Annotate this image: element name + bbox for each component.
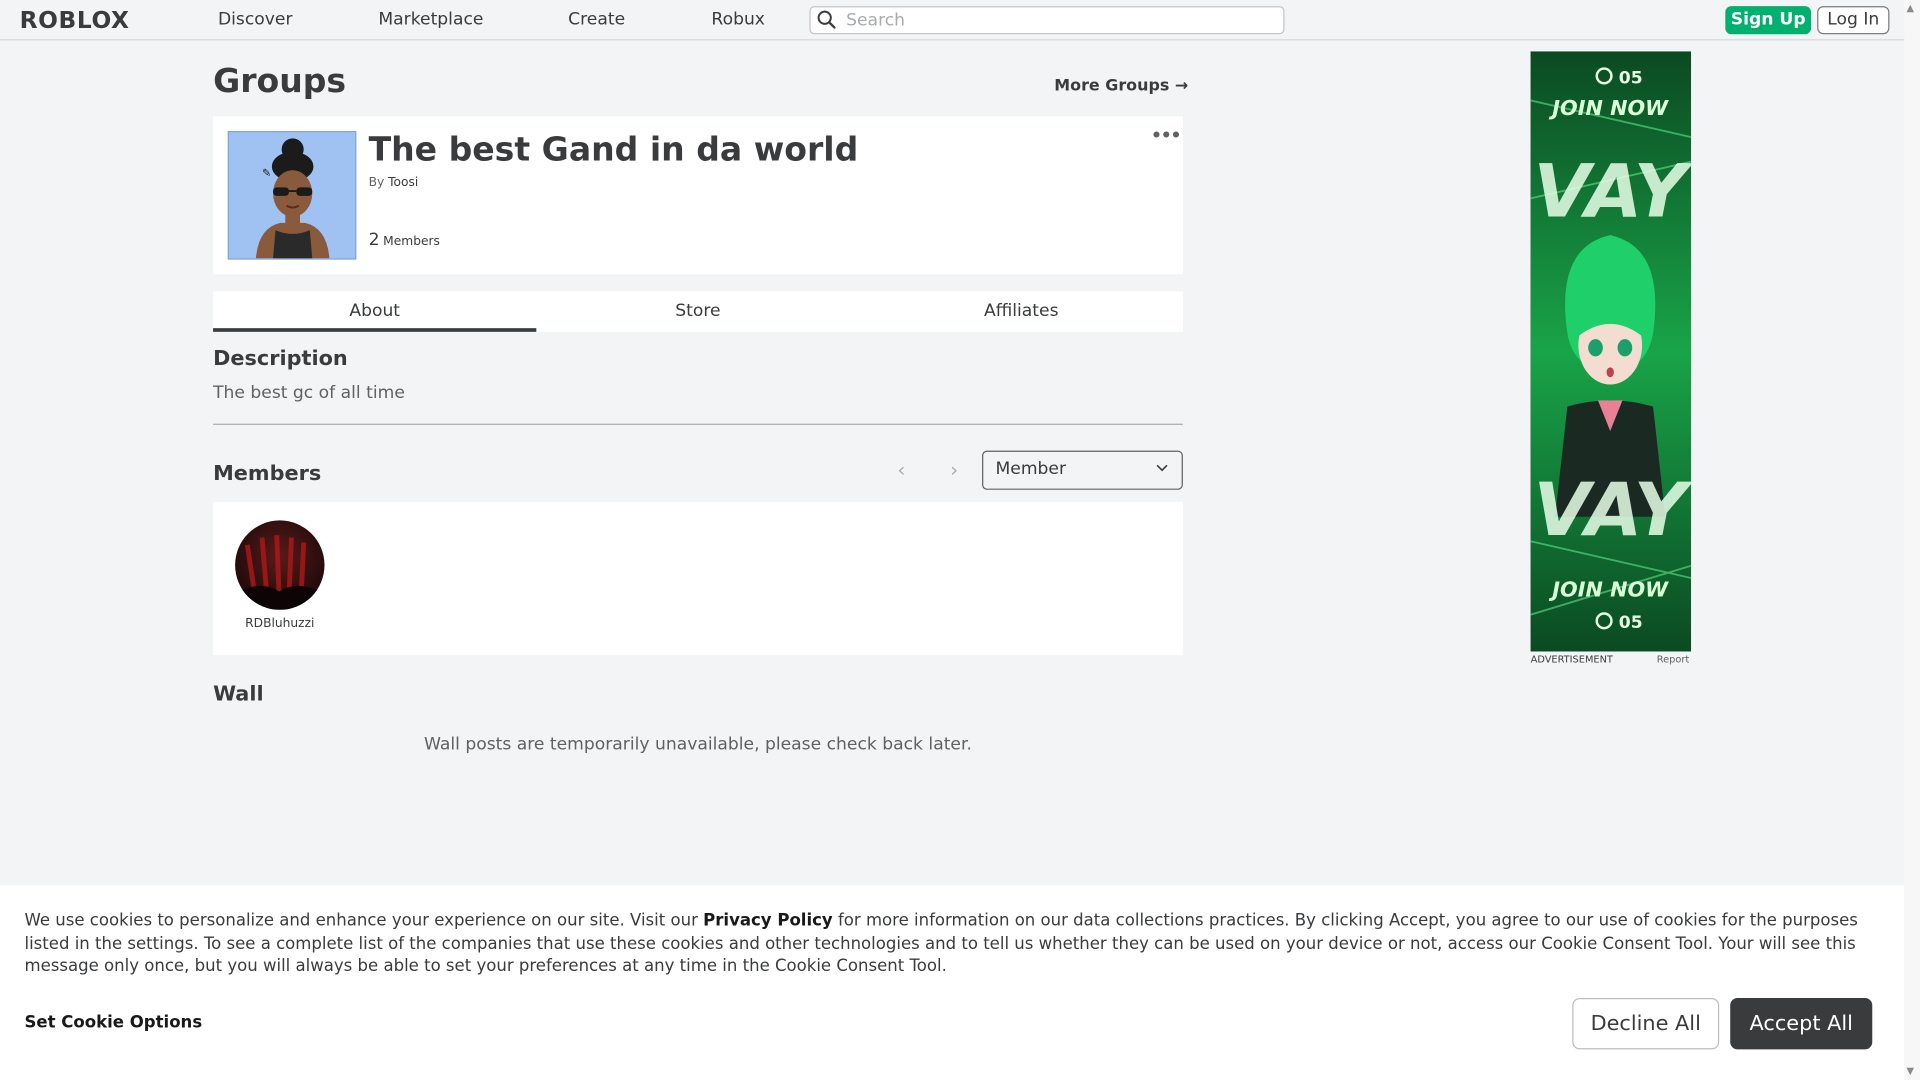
member-avatar[interactable]: [235, 520, 325, 610]
group-header-card: ✎ The best Gand in da world By Toosi 2 Me…: [213, 116, 1183, 275]
member-username[interactable]: RDBluhuzzi: [235, 617, 324, 630]
report-ad-link[interactable]: Report: [1657, 654, 1689, 665]
page-stage: ROBLOX Discover Marketplace Create Robux…: [0, 0, 1920, 1080]
nav-marketplace[interactable]: Marketplace: [378, 10, 483, 30]
section-divider: [213, 423, 1183, 425]
group-tabs: About Store Affiliates: [213, 291, 1183, 332]
advertisement-banner[interactable]: 05 JOIN NOW VAY VAY JOIN NOW 05: [1530, 51, 1692, 652]
scroll-down-arrow-icon[interactable]: ▼: [1907, 1065, 1915, 1076]
privacy-policy-link[interactable]: Privacy Policy: [703, 911, 833, 931]
ad-badge-top: 05: [1619, 68, 1643, 88]
scroll-up-arrow-icon[interactable]: ▲: [1907, 2, 1915, 13]
cookie-consent-text: We use cookies to personalize and enhanc…: [24, 910, 1885, 978]
cookie-text-part1: We use cookies to personalize and enhanc…: [24, 911, 704, 931]
ad-top-text: JOIN NOW: [1548, 96, 1669, 120]
avatar-illustration: ✎: [228, 132, 356, 259]
description-heading: Description: [213, 346, 348, 372]
group-name: The best Gand in da world: [368, 131, 859, 169]
nav-discover[interactable]: Discover: [218, 10, 293, 30]
description-text: The best gc of all time: [213, 383, 405, 403]
tab-about[interactable]: About: [213, 291, 537, 332]
search-input[interactable]: [843, 8, 1278, 34]
members-heading: Members: [213, 461, 322, 487]
nav-create[interactable]: Create: [568, 10, 625, 30]
group-owner-line: By Toosi: [369, 176, 419, 189]
group-member-count: 2 Members: [369, 230, 440, 250]
decline-all-button[interactable]: Decline All: [1572, 997, 1720, 1050]
chevron-down-icon: [1156, 464, 1168, 472]
group-emblem-image: ✎: [227, 131, 357, 260]
role-dropdown[interactable]: Member: [982, 450, 1183, 490]
member-count-value: 2: [368, 230, 380, 250]
previous-page-chevron-icon[interactable]: ‹: [898, 458, 906, 481]
sign-up-button[interactable]: Sign Up: [1725, 6, 1812, 35]
page-title: Groups: [213, 62, 347, 101]
nav-robux[interactable]: Robux: [711, 10, 765, 30]
by-prefix: By: [368, 176, 385, 190]
tab-store[interactable]: Store: [536, 291, 859, 331]
more-groups-link[interactable]: More Groups →: [1054, 77, 1188, 95]
top-nav-bar: ROBLOX Discover Marketplace Create Robux…: [0, 0, 1920, 41]
advertisement-label: ADVERTISEMENT: [1530, 653, 1613, 665]
member-avatar-art: [235, 535, 325, 610]
tab-affiliates[interactable]: Affiliates: [860, 291, 1183, 331]
ad-artwork: 05 JOIN NOW VAY VAY JOIN NOW 05: [1530, 51, 1692, 652]
page-scrollbar[interactable]: ▲ ▼: [1904, 0, 1920, 1080]
more-options-icon[interactable]: •••: [1151, 126, 1181, 146]
log-in-button[interactable]: Log In: [1817, 6, 1890, 35]
next-page-chevron-icon[interactable]: ›: [950, 458, 958, 481]
ad-big-letters-bottom: VAY: [1533, 468, 1691, 553]
search-icon: [817, 10, 836, 29]
role-dropdown-value: Member: [995, 459, 1067, 479]
cookie-consent-banner: We use cookies to personalize and enhanc…: [0, 885, 1905, 1080]
search-box[interactable]: [809, 6, 1285, 35]
wall-unavailable-message: Wall posts are temporarily unavailable, …: [424, 734, 972, 755]
accept-all-button[interactable]: Accept All: [1730, 997, 1873, 1050]
ad-badge-bottom: 05: [1619, 613, 1643, 633]
ad-bottom-text: JOIN NOW: [1548, 577, 1669, 601]
group-owner-link[interactable]: Toosi: [388, 176, 418, 189]
set-cookie-options-link[interactable]: Set Cookie Options: [24, 1013, 202, 1033]
ad-big-letters-top: VAY: [1533, 150, 1691, 235]
members-list: RDBluhuzzi: [213, 502, 1183, 656]
roblox-logo[interactable]: ROBLOX: [20, 7, 130, 34]
wall-heading: Wall: [213, 682, 264, 707]
member-count-label: Members: [383, 235, 440, 249]
svg-text:✎: ✎: [262, 166, 271, 179]
